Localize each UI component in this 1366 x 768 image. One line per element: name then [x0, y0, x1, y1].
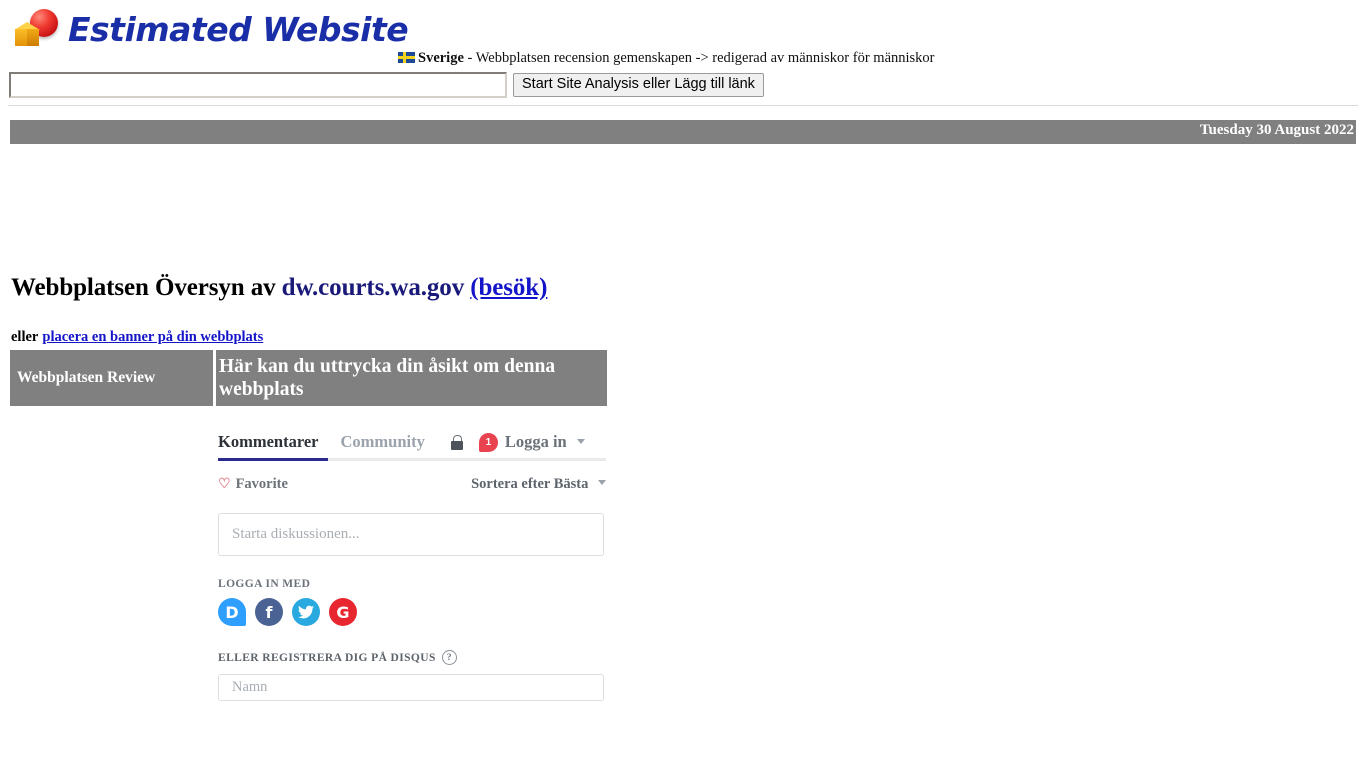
social-login-row: D f G [218, 598, 606, 626]
place-banner-link[interactable]: placera en banner på din webbplats [42, 329, 263, 345]
social-login-label: LOGGA IN MED [218, 578, 311, 590]
disqus-tab-underline [218, 458, 606, 461]
page-title: Webbplatsen Översyn av dw.courts.wa.gov … [11, 274, 547, 302]
register-label-text: ELLER REGISTRERA DIG PÅ DISQUS [218, 651, 436, 664]
tagline-separator: - [463, 50, 476, 66]
facebook-login-icon[interactable]: f [255, 598, 283, 626]
sweden-flag-icon [398, 52, 415, 63]
notification-badge[interactable]: 1 [478, 432, 498, 452]
twitter-login-icon[interactable] [292, 598, 320, 626]
tagline-text: Webbplatsen recension gemenskapen -> red… [475, 50, 935, 66]
comment-placeholder: Starta diskussionen... [232, 526, 360, 542]
active-tab-indicator [218, 458, 328, 461]
badge-count: 1 [485, 436, 492, 448]
google-login-icon[interactable]: G [329, 598, 357, 626]
reviewed-site-name: dw.courts.wa.gov [281, 274, 465, 301]
banner-line: eller placera en banner på din webbplats [11, 329, 263, 346]
cube-right-face [27, 29, 39, 46]
favorite-button[interactable]: ♡ Favorite [218, 476, 288, 493]
current-date: Tuesday 30 August 2022 [1199, 122, 1354, 138]
register-label: ELLER REGISTRERA DIG PÅ DISQUS ? [218, 650, 606, 665]
sort-label: Sortera efter Bästa [471, 476, 589, 492]
review-header-table: Webbplatsen Review Här kan du uttrycka d… [10, 350, 607, 406]
search-row: Start Site Analysis eller Lägg till länk [0, 72, 764, 98]
banner-prefix: eller [11, 329, 39, 345]
disqus-comment-widget: Kommentarer Community 1 Logga in ♡ Favor… [218, 428, 606, 701]
disqus-login-icon[interactable]: D [218, 598, 246, 626]
heart-outline-icon: ♡ [218, 476, 231, 492]
logo-row: Estimated Website [0, 0, 1366, 52]
start-site-analysis-button[interactable]: Start Site Analysis eller Lägg till länk [513, 72, 764, 98]
disqus-subbar: ♡ Favorite Sortera efter Bästa [218, 476, 606, 493]
login-menu-label: Logga in [504, 432, 567, 451]
review-heading-cell: Här kan du uttrycka din åsikt om denna w… [216, 350, 607, 406]
sort-dropdown[interactable]: Sortera efter Bästa [471, 476, 606, 493]
tab-kommentarer[interactable]: Kommentarer [218, 432, 319, 452]
header-divider [8, 105, 1358, 106]
visit-site-link[interactable]: (besök) [470, 274, 547, 301]
url-search-input[interactable] [9, 72, 507, 98]
chevron-down-icon [598, 480, 606, 485]
chevron-down-icon [576, 439, 585, 444]
country-name: Sverige [418, 50, 464, 66]
site-tagline: Sverige - Webbplatsen recension gemenska… [398, 50, 935, 67]
twitter-bird-glyph [298, 605, 314, 619]
review-label-cell: Webbplatsen Review [10, 350, 213, 406]
question-mark-icon[interactable]: ? [441, 650, 457, 665]
page-title-prefix: Webbplatsen Översyn av [11, 274, 276, 301]
tab-community[interactable]: Community [341, 432, 425, 452]
comment-input[interactable]: Starta diskussionen... [218, 513, 604, 556]
cube-left-face [15, 29, 27, 46]
cube-shape [14, 22, 41, 47]
login-menu-button[interactable]: Logga in [505, 432, 585, 452]
lock-body [450, 440, 463, 450]
lock-icon [450, 434, 463, 450]
disqus-tab-bar: Kommentarer Community 1 Logga in [218, 428, 606, 461]
favorite-label: Favorite [235, 476, 288, 492]
site-logo-title[interactable]: Estimated Website [68, 10, 409, 49]
name-field[interactable]: Namn [218, 674, 604, 701]
date-bar: Tuesday 30 August 2022 [10, 120, 1356, 144]
name-placeholder: Namn [232, 679, 268, 695]
cube-sphere-logo-icon [10, 7, 62, 51]
site-header: Estimated Website Sverige - Webbplatsen … [0, 0, 1366, 106]
